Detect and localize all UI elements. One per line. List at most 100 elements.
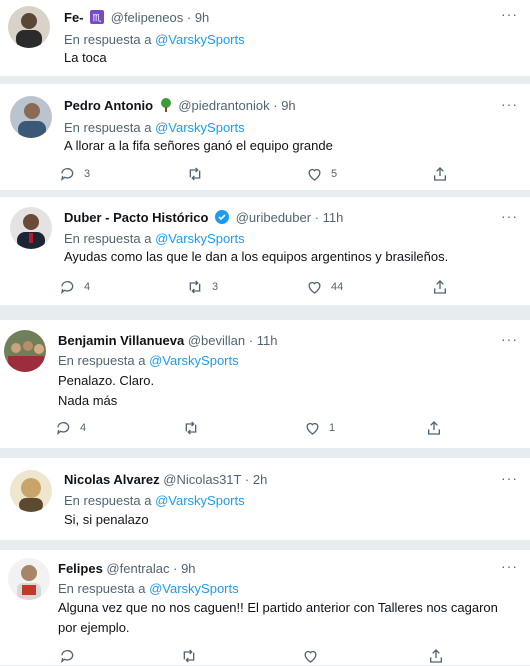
reply-button[interactable]	[60, 646, 84, 666]
timestamp[interactable]: 9h	[195, 10, 209, 25]
timestamp[interactable]: 9h	[181, 561, 195, 576]
reply-button[interactable]: 4	[60, 277, 90, 297]
retweet-icon	[183, 649, 195, 663]
handle[interactable]: @bevillan	[188, 333, 245, 348]
more-icon[interactable]: ···	[501, 6, 518, 22]
tree-emoji-icon	[160, 98, 172, 115]
separator-dot: ·	[186, 10, 192, 25]
tweet-header: Duber - Pacto Histórico @uribeduber · 11…	[64, 210, 343, 227]
more-icon[interactable]: ···	[501, 96, 518, 112]
display-name[interactable]: Fe-	[64, 10, 84, 25]
action-bar: 4 1	[56, 418, 456, 438]
reply-context: En respuesta a @VarskySports	[64, 493, 245, 508]
reply-count: 4	[80, 422, 87, 434]
display-name[interactable]: Felipes	[58, 561, 103, 576]
share-icon	[428, 421, 440, 435]
tweet-header: Benjamin Villanueva @bevillan · 11h	[58, 333, 277, 348]
retweet-button[interactable]	[182, 418, 208, 438]
more-icon[interactable]: ···	[501, 208, 518, 224]
more-icon[interactable]: ···	[501, 558, 518, 574]
display-name[interactable]: Duber - Pacto Histórico	[64, 210, 208, 225]
tweet-1[interactable]: Fe- ♏ @felipeneos · 9h ··· En respuesta …	[0, 0, 530, 76]
separator-dot: ·	[248, 333, 254, 348]
retweet-button[interactable]	[186, 164, 212, 184]
tweet-header: Pedro Antonio @piedrantoniok · 9h	[64, 98, 296, 115]
reply-mention-link[interactable]: @VarskySports	[155, 120, 245, 135]
tweet-header: Nicolas Alvarez @Nicolas31T · 2h	[64, 472, 267, 487]
svg-text:♏: ♏	[93, 13, 102, 24]
retweet-icon	[185, 421, 197, 435]
avatar[interactable]	[8, 6, 50, 48]
tweet-2[interactable]: Pedro Antonio @piedrantoniok · 9h ··· En…	[0, 84, 530, 190]
action-bar: 3 5	[60, 164, 460, 184]
avatar[interactable]	[8, 558, 50, 600]
tweet-5[interactable]: Nicolas Alvarez @Nicolas31T · 2h ··· En …	[0, 458, 530, 540]
timestamp[interactable]: 9h	[281, 98, 295, 113]
handle[interactable]: @felipeneos	[111, 10, 183, 25]
reply-icon	[61, 168, 74, 181]
like-button[interactable]	[302, 646, 327, 666]
separator-dot: ·	[173, 561, 178, 576]
reply-mention-link[interactable]: @VarskySports	[155, 493, 245, 508]
timestamp[interactable]: 2h	[253, 472, 267, 487]
share-button[interactable]	[432, 277, 456, 297]
tweet-text-line: por ejemplo.	[58, 620, 130, 635]
separator-dot: ·	[244, 472, 250, 487]
tweet-text: La toca	[64, 48, 107, 68]
display-name[interactable]: Benjamin Villanueva	[58, 333, 184, 348]
reply-mention-link[interactable]: @VarskySports	[155, 32, 245, 47]
tweet-text: Alguna vez que no nos caguen!! El partid…	[58, 598, 498, 638]
like-icon	[304, 650, 317, 663]
tweet-text-line: La toca	[64, 50, 107, 65]
reply-prefix: En respuesta a	[64, 493, 152, 508]
reply-prefix: En respuesta a	[64, 32, 152, 47]
avatar[interactable]	[4, 330, 46, 372]
reply-context: En respuesta a @VarskySports	[58, 353, 239, 368]
display-name[interactable]: Pedro Antonio	[64, 98, 153, 113]
tweet-text: Si, si penalazo	[64, 510, 149, 530]
like-button[interactable]: 1	[304, 418, 335, 438]
handle[interactable]: @fentralac	[106, 561, 169, 576]
action-bar	[60, 646, 460, 666]
more-icon[interactable]: ···	[501, 470, 518, 486]
reply-mention-link[interactable]: @VarskySports	[149, 581, 239, 596]
avatar[interactable]	[10, 96, 52, 138]
handle[interactable]: @Nicolas31T	[163, 472, 241, 487]
tweet-text: Penalazo. Claro. Nada más	[58, 371, 154, 411]
tweet-4[interactable]: Benjamin Villanueva @bevillan · 11h ··· …	[0, 320, 530, 448]
reply-context: En respuesta a @VarskySports	[58, 581, 239, 596]
verified-badge-icon	[215, 210, 230, 227]
reply-mention-link[interactable]: @VarskySports	[149, 353, 239, 368]
like-count: 5	[331, 168, 338, 180]
tweet-header: Fe- ♏ @felipeneos · 9h	[64, 10, 209, 27]
handle[interactable]: @piedrantoniok	[178, 98, 269, 113]
timestamp[interactable]: 11h	[323, 210, 344, 225]
like-button[interactable]: 44	[306, 277, 343, 297]
more-icon[interactable]: ···	[501, 331, 518, 347]
share-button[interactable]	[428, 646, 452, 666]
share-button[interactable]	[426, 418, 450, 438]
tweet-text: Ayudas como las que le dan a los equipos…	[64, 247, 448, 267]
display-name[interactable]: Nicolas Alvarez	[64, 472, 160, 487]
reply-count: 4	[84, 281, 91, 293]
retweet-icon	[189, 167, 201, 181]
like-icon	[308, 168, 321, 181]
tweet-3[interactable]: Duber - Pacto Histórico @uribeduber · 11…	[0, 197, 530, 305]
timestamp[interactable]: 11h	[257, 333, 278, 348]
retweet-button[interactable]	[180, 646, 206, 666]
retweet-icon	[189, 280, 201, 294]
reply-button[interactable]: 4	[56, 418, 86, 438]
tweet-text-line: Si, si penalazo	[64, 512, 149, 527]
reply-mention-link[interactable]: @VarskySports	[155, 231, 245, 246]
tweet-6[interactable]: Felipes @fentralac · 9h ··· En respuesta…	[0, 550, 530, 665]
tweet-text-line: Ayudas como las que le dan a los equipos…	[64, 249, 449, 264]
reply-button[interactable]: 3	[60, 164, 90, 184]
retweet-button[interactable]: 3	[186, 277, 218, 297]
share-button[interactable]	[432, 164, 456, 184]
reply-icon	[57, 422, 70, 435]
handle[interactable]: @uribeduber	[236, 210, 311, 225]
reply-context: En respuesta a @VarskySports	[64, 32, 245, 47]
avatar[interactable]	[10, 207, 52, 249]
avatar[interactable]	[10, 470, 52, 512]
like-button[interactable]: 5	[306, 164, 337, 184]
